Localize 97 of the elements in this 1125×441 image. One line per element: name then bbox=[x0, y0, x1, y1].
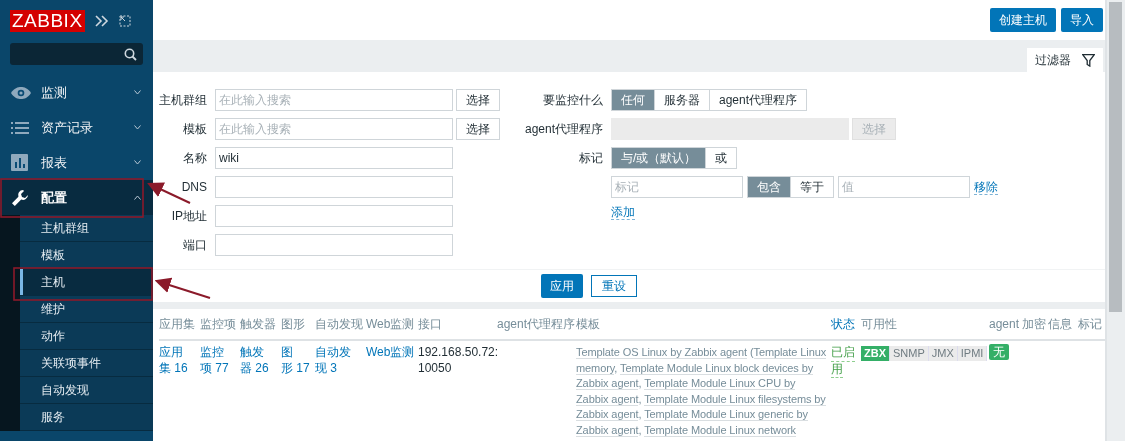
select-button[interactable]: 选择 bbox=[456, 118, 500, 140]
apply-button[interactable]: 应用 bbox=[541, 274, 583, 298]
column-header: 监控项 bbox=[200, 315, 237, 333]
applications-link[interactable]: 应用 bbox=[159, 345, 183, 361]
menu-item[interactable]: 资产记录 bbox=[0, 110, 153, 145]
chevron-icon bbox=[134, 90, 141, 95]
field-label: 标记 bbox=[578, 149, 603, 167]
menu-item[interactable]: 报表 bbox=[0, 145, 153, 180]
items-link[interactable]: 项 77 bbox=[200, 360, 229, 376]
template-link[interactable]: Template Linux bbox=[753, 346, 827, 359]
field-label: 要监控什么 bbox=[542, 91, 603, 109]
applications-link[interactable]: 集 16 bbox=[159, 360, 188, 376]
eye-icon bbox=[11, 86, 31, 99]
segment-button[interactable]: 与/或（默认） bbox=[612, 148, 707, 168]
column-header: 自动发现 bbox=[315, 315, 364, 333]
reset-button[interactable]: 重设 bbox=[591, 275, 637, 297]
chart-icon bbox=[11, 154, 28, 171]
discovery-link[interactable]: 现 3 bbox=[315, 360, 337, 376]
field-label: DNS bbox=[180, 180, 207, 194]
submenu-item[interactable]: 主机 bbox=[20, 269, 153, 296]
field-label: agent代理程序 bbox=[523, 120, 603, 138]
input-field[interactable] bbox=[215, 176, 453, 198]
input-field[interactable]: wiki bbox=[215, 147, 453, 169]
menu-item[interactable]: 配置 bbox=[0, 180, 153, 215]
separator-text: , bbox=[638, 408, 643, 420]
template-link[interactable]: Template Module Linux block devices by bbox=[620, 361, 814, 375]
status-link[interactable]: 已启 bbox=[831, 345, 855, 362]
template-link[interactable]: Template Module Linux filesystems by bbox=[644, 392, 826, 406]
status-link[interactable]: 用 bbox=[831, 361, 843, 378]
template-link[interactable]: Template Module Linux generic by bbox=[644, 408, 808, 421]
column-header[interactable]: 状态 bbox=[831, 315, 861, 333]
template-link[interactable]: Template OS Linux by Zabbix agent bbox=[576, 346, 747, 359]
column-header: 可用性 bbox=[861, 315, 898, 333]
triggers-link[interactable]: 器 26 bbox=[240, 360, 269, 376]
filter-icon bbox=[1082, 53, 1095, 67]
items-link[interactable]: 监控 bbox=[200, 345, 224, 361]
column-header: agent 加密 bbox=[989, 315, 1048, 333]
field-label: IP地址 bbox=[170, 207, 207, 225]
header-button[interactable]: 导入 bbox=[1061, 8, 1103, 32]
segment-button[interactable]: 任何 bbox=[612, 90, 655, 110]
triggers-link[interactable]: 触发 bbox=[240, 345, 264, 361]
search-icon[interactable] bbox=[124, 47, 137, 61]
input-field[interactable]: 标记 bbox=[611, 176, 743, 198]
annotation-arrow bbox=[154, 277, 211, 299]
separator-text: , bbox=[614, 361, 619, 374]
template-link[interactable]: Template Module Linux CPU by bbox=[644, 377, 796, 390]
field-label: 模板 bbox=[182, 120, 207, 138]
column-header: 触发器 bbox=[240, 315, 277, 333]
column-header: 标记 bbox=[1078, 315, 1103, 333]
separator-text: , bbox=[638, 423, 643, 436]
add-link[interactable]: 添加 bbox=[611, 205, 635, 220]
remove-link[interactable]: 移除 bbox=[974, 179, 998, 195]
interface-text: 10050 bbox=[418, 360, 452, 376]
fullscreen-icon[interactable] bbox=[118, 15, 131, 27]
chevron-icon bbox=[134, 125, 141, 130]
graphs-link[interactable]: 图 bbox=[281, 345, 293, 361]
wrench-icon bbox=[11, 188, 29, 207]
header-button[interactable]: 创建主机 bbox=[990, 8, 1056, 32]
zabbix-logo[interactable]: ZABBIX bbox=[10, 10, 85, 32]
scrollbar-thumb[interactable] bbox=[1109, 2, 1122, 312]
segment-button[interactable]: 包含 bbox=[748, 177, 791, 197]
list-icon bbox=[11, 121, 29, 134]
column-header: 图形 bbox=[281, 315, 306, 333]
column-header: 应用集 bbox=[159, 315, 196, 333]
availability-badge: ZBX bbox=[861, 346, 890, 361]
input-field[interactable] bbox=[215, 205, 453, 227]
interface-text: 192.168.50.72: bbox=[418, 345, 499, 361]
chevron-icon bbox=[134, 160, 141, 165]
chevron-icon bbox=[134, 195, 141, 200]
input-field[interactable]: 在此输入搜索 bbox=[215, 118, 453, 140]
separator-text: ( bbox=[748, 346, 754, 358]
availability-badge: IPMI bbox=[957, 346, 988, 361]
field-label: 端口 bbox=[182, 236, 207, 254]
web-link[interactable]: Web监测 bbox=[366, 345, 415, 361]
input-field[interactable] bbox=[215, 234, 453, 256]
column-header: 模板 bbox=[576, 315, 601, 333]
column-header: 接口 bbox=[418, 315, 443, 333]
column-header: Web监测 bbox=[366, 315, 416, 333]
discovery-link[interactable]: 自动发 bbox=[315, 345, 351, 361]
field-label: 主机群组 bbox=[158, 91, 207, 109]
menu-item[interactable]: 监测 bbox=[0, 75, 153, 110]
encryption-badge: 无 bbox=[989, 344, 1009, 360]
column-header: agent代理程序 bbox=[497, 315, 576, 333]
availability-badge: SNMP bbox=[890, 346, 929, 361]
input-field[interactable]: 在此输入搜索 bbox=[215, 89, 453, 111]
separator-text: , bbox=[638, 377, 643, 389]
separator-text: , bbox=[638, 392, 643, 405]
collapse-icon[interactable] bbox=[94, 15, 109, 27]
availability-badge: JMX bbox=[928, 346, 958, 361]
select-button[interactable]: 选择 bbox=[456, 89, 500, 111]
template-link[interactable]: Template Module Linux network bbox=[644, 423, 796, 437]
search-field[interactable] bbox=[10, 43, 143, 65]
input-field[interactable]: 值 bbox=[838, 176, 970, 198]
field-label: 名称 bbox=[182, 149, 207, 167]
graphs-link[interactable]: 形 17 bbox=[281, 360, 310, 376]
filter-tab[interactable]: 过滤器 bbox=[1027, 48, 1103, 72]
column-header: 信息 bbox=[1048, 315, 1073, 333]
